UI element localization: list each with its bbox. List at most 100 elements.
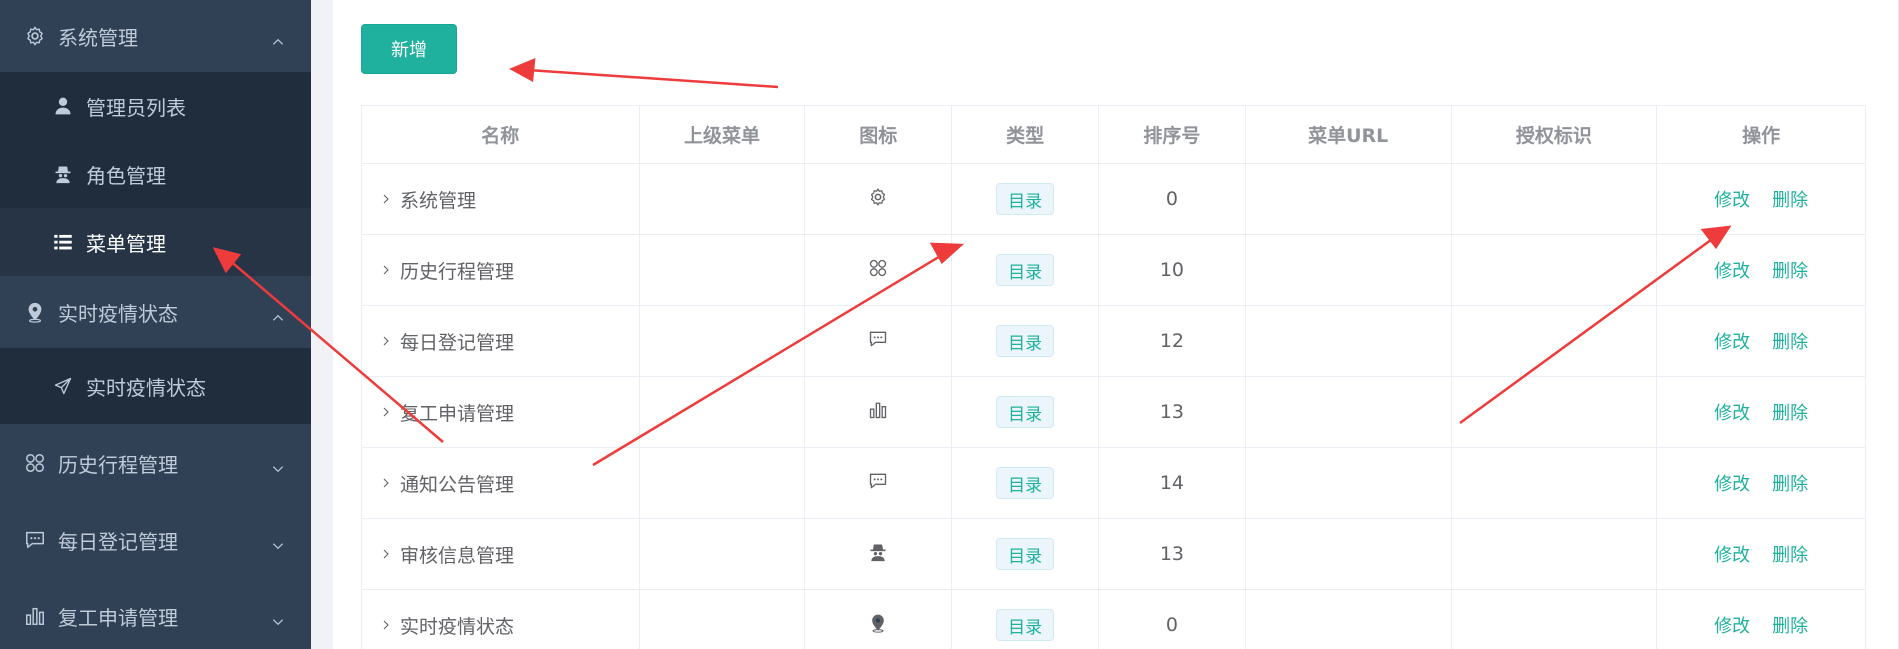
cell-order: 13 bbox=[1099, 519, 1246, 589]
delete-button[interactable]: 删除 bbox=[1772, 399, 1808, 425]
chevron-right-icon[interactable] bbox=[380, 405, 394, 419]
cell-actions: 修改 删除 bbox=[1657, 448, 1865, 518]
cell-parent bbox=[640, 519, 806, 589]
type-tag: 目录 bbox=[996, 396, 1055, 428]
delete-button[interactable]: 删除 bbox=[1772, 541, 1808, 567]
sidebar-item-epidemic[interactable]: 实时疫情状态 bbox=[0, 348, 311, 424]
delete-button[interactable]: 删除 bbox=[1772, 328, 1808, 354]
send-icon bbox=[52, 375, 74, 397]
sidebar-item-label: 角色管理 bbox=[86, 163, 166, 188]
chevron-right-icon[interactable] bbox=[380, 263, 394, 277]
grid-icon bbox=[24, 452, 46, 474]
sidebar-group-system[interactable]: 系统管理 bbox=[0, 0, 311, 72]
cell-name: 审核信息管理 bbox=[362, 519, 640, 589]
sidebar-group-label: 系统管理 bbox=[58, 25, 138, 50]
cell-name: 系统管理 bbox=[362, 164, 640, 234]
spy-icon bbox=[52, 163, 74, 185]
gear-icon bbox=[24, 25, 46, 47]
type-tag: 目录 bbox=[996, 254, 1055, 286]
cell-parent bbox=[640, 377, 806, 447]
cell-url bbox=[1246, 590, 1452, 649]
type-tag: 目录 bbox=[996, 325, 1055, 357]
table-row: 审核信息管理 目录 13 修改 删除 bbox=[362, 519, 1865, 590]
cell-type: 目录 bbox=[952, 306, 1100, 376]
table-row: 系统管理 目录 0 修改 删除 bbox=[362, 164, 1865, 235]
delete-button[interactable]: 删除 bbox=[1772, 257, 1808, 283]
cell-actions: 修改 删除 bbox=[1657, 235, 1865, 305]
sidebar-submenu-epidemic: 实时疫情状态 bbox=[0, 348, 311, 424]
chevron-right-icon[interactable] bbox=[380, 476, 394, 490]
cell-perm bbox=[1452, 519, 1658, 589]
location-icon bbox=[868, 613, 888, 638]
cell-order: 14 bbox=[1099, 448, 1246, 518]
cell-parent bbox=[640, 306, 806, 376]
edit-button[interactable]: 修改 bbox=[1714, 541, 1750, 567]
chevron-down-icon bbox=[271, 610, 283, 622]
user-icon bbox=[52, 95, 74, 117]
cell-parent bbox=[640, 164, 806, 234]
sidebar-group-history[interactable]: 历史行程管理 bbox=[0, 424, 311, 502]
delete-button[interactable]: 删除 bbox=[1772, 186, 1808, 212]
sidebar-item-label: 管理员列表 bbox=[86, 95, 186, 120]
table-body: 系统管理 目录 0 修改 删除 历史行程管理 目录 10 修改 删除 每日登记管理 目录 12 修改 删除复… bbox=[362, 164, 1865, 649]
cell-icon bbox=[805, 519, 953, 589]
cell-icon bbox=[805, 306, 953, 376]
cell-perm bbox=[1452, 448, 1658, 518]
chevron-right-icon[interactable] bbox=[380, 192, 394, 206]
grid-icon bbox=[868, 258, 888, 283]
cell-actions: 修改 删除 bbox=[1657, 306, 1865, 376]
bar-chart-icon bbox=[868, 400, 888, 425]
sidebar-item-menu[interactable]: 菜单管理 bbox=[0, 208, 311, 276]
cell-name: 复工申请管理 bbox=[362, 377, 640, 447]
table-row: 历史行程管理 目录 10 修改 删除 bbox=[362, 235, 1865, 306]
column-header-icon[interactable]: 图标 bbox=[805, 106, 953, 163]
sidebar-item-admin-list[interactable]: 管理员列表 bbox=[0, 72, 311, 140]
cell-name: 实时疫情状态 bbox=[362, 590, 640, 649]
edit-button[interactable]: 修改 bbox=[1714, 257, 1750, 283]
cell-order: 0 bbox=[1099, 590, 1246, 649]
cell-type: 目录 bbox=[952, 377, 1100, 447]
bar-chart-icon bbox=[24, 605, 46, 627]
type-tag: 目录 bbox=[996, 609, 1055, 641]
chat-icon bbox=[868, 471, 888, 496]
cell-type: 目录 bbox=[952, 235, 1100, 305]
delete-button[interactable]: 删除 bbox=[1772, 612, 1808, 638]
chevron-right-icon[interactable] bbox=[380, 618, 394, 632]
edit-button[interactable]: 修改 bbox=[1714, 470, 1750, 496]
cell-name: 历史行程管理 bbox=[362, 235, 640, 305]
cell-name: 每日登记管理 bbox=[362, 306, 640, 376]
table-row: 通知公告管理 目录 14 修改 删除 bbox=[362, 448, 1865, 519]
list-icon bbox=[52, 231, 74, 253]
gear-icon bbox=[868, 187, 888, 212]
cell-order: 0 bbox=[1099, 164, 1246, 234]
cell-perm bbox=[1452, 377, 1658, 447]
sidebar-group-epidemic[interactable]: 实时疫情状态 bbox=[0, 276, 311, 348]
sidebar-group-resume[interactable]: 复工申请管理 bbox=[0, 578, 311, 649]
add-button[interactable]: 新增 bbox=[361, 24, 457, 74]
column-header-order[interactable]: 排序号 bbox=[1099, 106, 1246, 163]
sidebar-group-label: 复工申请管理 bbox=[58, 605, 178, 630]
chevron-right-icon[interactable] bbox=[380, 547, 394, 561]
column-header-parent[interactable]: 上级菜单 bbox=[640, 106, 806, 163]
edit-button[interactable]: 修改 bbox=[1714, 399, 1750, 425]
column-header-type[interactable]: 类型 bbox=[952, 106, 1100, 163]
sidebar-group-daily[interactable]: 每日登记管理 bbox=[0, 502, 311, 578]
delete-button[interactable]: 删除 bbox=[1772, 470, 1808, 496]
column-header-url[interactable]: 菜单URL bbox=[1246, 106, 1452, 163]
sidebar-group-label: 实时疫情状态 bbox=[58, 301, 178, 326]
cell-url bbox=[1246, 519, 1452, 589]
spy-icon bbox=[868, 542, 888, 567]
column-header-name[interactable]: 名称 bbox=[362, 106, 640, 163]
cell-actions: 修改 删除 bbox=[1657, 519, 1865, 589]
cell-order: 12 bbox=[1099, 306, 1246, 376]
edit-button[interactable]: 修改 bbox=[1714, 186, 1750, 212]
content-card: 新增 名称 上级菜单 图标 类型 排序号 菜单URL 授权标识 操作 系统管理目… bbox=[333, 0, 1899, 649]
chevron-right-icon[interactable] bbox=[380, 334, 394, 348]
chat-icon bbox=[868, 329, 888, 354]
chevron-up-icon bbox=[271, 30, 283, 42]
cell-perm bbox=[1452, 235, 1658, 305]
sidebar-item-role[interactable]: 角色管理 bbox=[0, 140, 311, 208]
edit-button[interactable]: 修改 bbox=[1714, 328, 1750, 354]
column-header-perm[interactable]: 授权标识 bbox=[1452, 106, 1658, 163]
edit-button[interactable]: 修改 bbox=[1714, 612, 1750, 638]
